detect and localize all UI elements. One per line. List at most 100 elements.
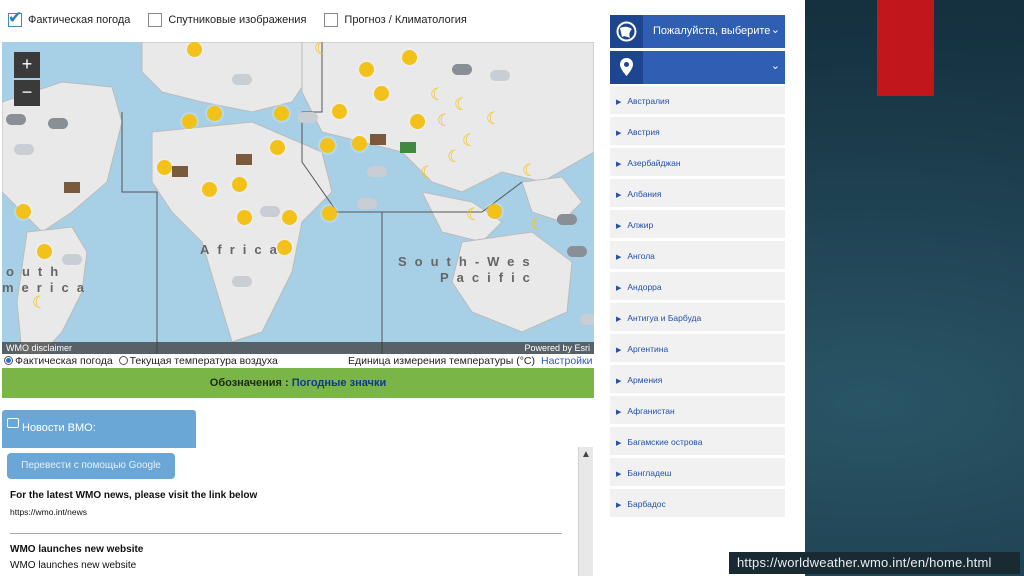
cloud-icon[interactable] (232, 74, 252, 85)
disclaimer-link[interactable]: WMO disclaimer (6, 342, 72, 354)
country-item[interactable]: ▶ Азербайджан (610, 148, 785, 179)
cloud-icon[interactable] (367, 166, 387, 177)
cloud-icon[interactable] (490, 70, 510, 81)
country-item[interactable]: ▶ Австрия (610, 117, 785, 148)
map-pin-icon (610, 51, 643, 84)
radio-actual-weather[interactable] (4, 356, 13, 365)
country-item[interactable]: ▶ Багамские острова (610, 427, 785, 458)
translate-button[interactable]: Перевести с помощью Google (7, 453, 175, 479)
sun-icon[interactable] (352, 136, 367, 151)
news-link[interactable]: https://wmo.int/news (10, 507, 562, 517)
station-icon[interactable] (236, 154, 252, 165)
sun-icon[interactable] (16, 204, 31, 219)
map-land-shapes (2, 42, 594, 354)
country-item[interactable]: ▶ Аргентина (610, 334, 785, 365)
cloud-icon[interactable] (580, 314, 594, 325)
checkbox-forecast[interactable] (324, 13, 339, 27)
city-select[interactable]: ⌄ (610, 51, 785, 84)
station-icon[interactable] (172, 166, 188, 177)
radio-temperature[interactable] (118, 356, 128, 365)
map-footer: WMO disclaimer Powered by Esri (2, 342, 594, 354)
weather-map[interactable]: + − ☾ ☾ ☾ ☾ ☾ ☾ ☾ ☾ ☾ ☾ ☾ ☾ Africa outh … (2, 42, 594, 354)
legend-prefix: Обозначения : (209, 377, 289, 389)
checkbox-actual-weather[interactable] (8, 8, 22, 28)
news-tab[interactable]: Новости ВМО: (2, 410, 196, 448)
cloud-icon[interactable] (298, 112, 318, 123)
country-name: Ангола (627, 251, 655, 261)
moon-icon[interactable]: ☾ (486, 110, 501, 127)
sun-icon[interactable] (202, 182, 217, 197)
sun-icon[interactable] (322, 206, 337, 221)
sun-icon[interactable] (487, 204, 502, 219)
country-item[interactable]: ▶ Афганистан (610, 396, 785, 427)
station-icon[interactable] (370, 134, 386, 145)
sun-icon[interactable] (374, 86, 389, 101)
sun-icon[interactable] (187, 42, 202, 57)
station-icon[interactable] (400, 142, 416, 153)
map-label-sw-pacific-2: Pacific (440, 270, 538, 285)
sun-icon[interactable] (37, 244, 52, 259)
news-scrollbar[interactable] (578, 447, 593, 576)
moon-icon[interactable]: ☾ (437, 112, 452, 129)
cloud-icon[interactable] (557, 214, 577, 225)
sun-icon[interactable] (182, 114, 197, 129)
checkbox-satellite[interactable] (148, 13, 163, 27)
zoom-in-button[interactable]: + (14, 52, 40, 78)
moon-icon[interactable]: ☾ (522, 162, 537, 179)
cloud-icon[interactable] (232, 276, 252, 287)
filter-label-satellite: Спутниковые изображения (168, 14, 307, 26)
cloud-icon[interactable] (48, 118, 68, 129)
sun-icon[interactable] (157, 160, 172, 175)
country-name: Австрия (627, 127, 660, 137)
moon-icon[interactable]: ☾ (462, 132, 477, 149)
cloud-icon[interactable] (567, 246, 587, 257)
moon-icon[interactable]: ☾ (454, 96, 469, 113)
map-label-africa: Africa (200, 242, 285, 257)
station-icon[interactable] (64, 182, 80, 193)
scroll-up-arrow-icon[interactable]: ▲ (581, 449, 591, 460)
cloud-icon[interactable] (357, 198, 377, 209)
display-options: Фактическая погода Текущая температура в… (4, 355, 596, 367)
sun-icon[interactable] (359, 62, 374, 77)
news-list: For the latest WMO news, please visit th… (10, 490, 562, 571)
cloud-icon[interactable] (260, 206, 280, 217)
settings-link[interactable]: Настройки (541, 355, 593, 367)
sun-icon[interactable] (232, 177, 247, 192)
cloud-icon[interactable] (14, 144, 34, 155)
news-item-title[interactable]: WMO launches new website (10, 544, 562, 555)
country-select[interactable]: Пожалуйста, выберите ⌄ (610, 15, 785, 48)
moon-icon[interactable]: ☾ (32, 294, 47, 311)
sun-icon[interactable] (237, 210, 252, 225)
source-url-caption: https://worldweather.wmo.int/en/home.htm… (729, 552, 1020, 574)
temperature-unit-label: Единица измерения температуры (°C) (348, 355, 535, 367)
moon-icon[interactable]: ☾ (447, 148, 462, 165)
moon-icon[interactable]: ☾ (466, 206, 481, 223)
country-item[interactable]: ▶ Антигуа и Барбуда (610, 303, 785, 334)
moon-icon[interactable]: ☾ (430, 86, 445, 103)
sun-icon[interactable] (274, 106, 289, 121)
sun-icon[interactable] (207, 106, 222, 121)
country-item[interactable]: ▶ Австралия (610, 86, 785, 117)
sun-icon[interactable] (270, 140, 285, 155)
red-accent-bar (877, 0, 934, 96)
country-item[interactable]: ▶ Андорра (610, 272, 785, 303)
sun-icon[interactable] (320, 138, 335, 153)
moon-icon[interactable]: ☾ (420, 164, 435, 181)
powered-by-label: Powered by Esri (524, 343, 590, 353)
sun-icon[interactable] (282, 210, 297, 225)
country-item[interactable]: ▶ Армения (610, 365, 785, 396)
moon-icon[interactable]: ☾ (530, 216, 545, 233)
country-item[interactable]: ▶ Алжир (610, 210, 785, 241)
zoom-out-button[interactable]: − (14, 80, 40, 106)
legend-weather-icons-link[interactable]: Погодные значки (292, 377, 386, 389)
sun-icon[interactable] (410, 114, 425, 129)
country-item[interactable]: ▶ Бангладеш (610, 458, 785, 489)
moon-icon[interactable]: ☾ (314, 42, 329, 57)
cloud-icon[interactable] (452, 64, 472, 75)
country-item[interactable]: ▶ Албания (610, 179, 785, 210)
sun-icon[interactable] (402, 50, 417, 65)
cloud-icon[interactable] (6, 114, 26, 125)
country-item[interactable]: ▶ Барбадос (610, 489, 785, 520)
country-item[interactable]: ▶ Ангола (610, 241, 785, 272)
sun-icon[interactable] (332, 104, 347, 119)
